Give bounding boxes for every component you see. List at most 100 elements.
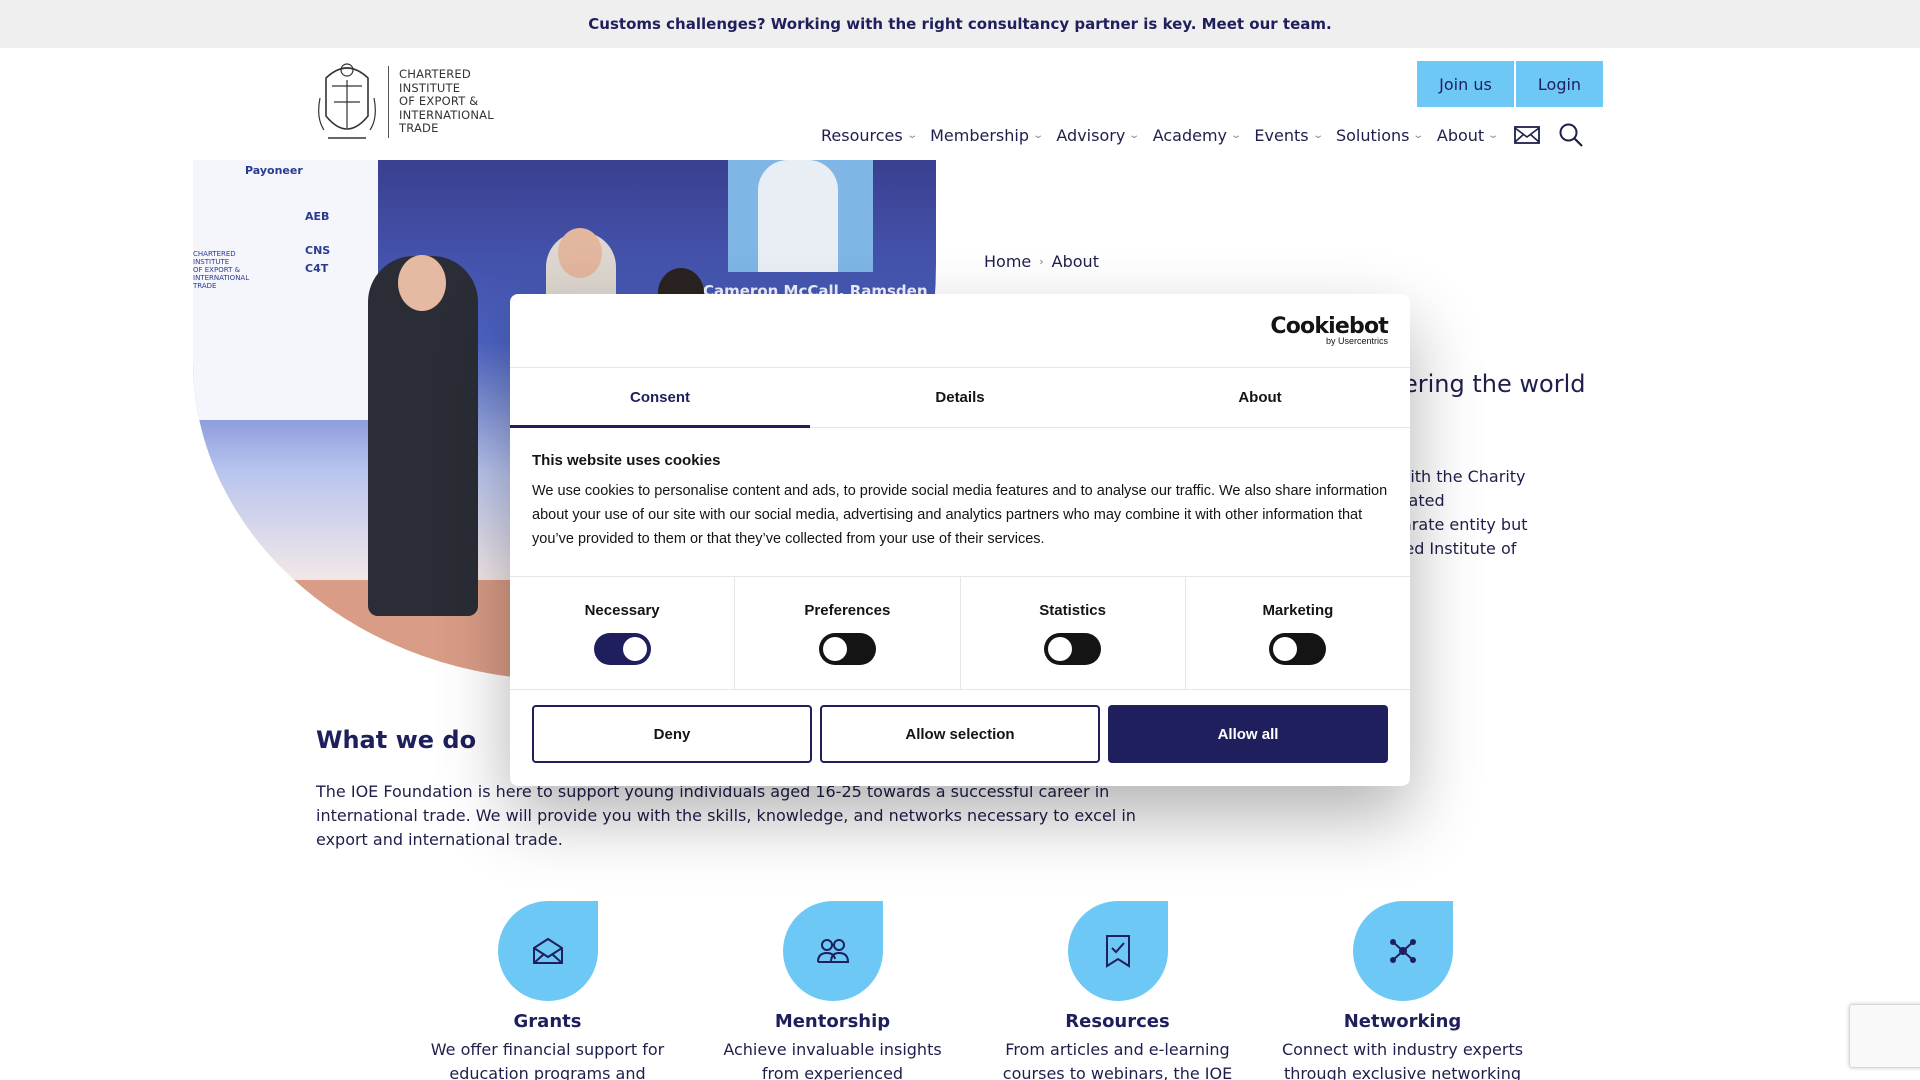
nav-label: Events xyxy=(1254,125,1309,145)
feature-badge xyxy=(1067,901,1168,1001)
feature-badge xyxy=(497,901,598,1001)
login-button[interactable]: Login xyxy=(1516,61,1603,107)
feature-resources[interactable]: Resources From articles and e-learning c… xyxy=(975,901,1260,1080)
cookie-consent-dialog: Cookiebot by Usercentrics Consent Detail… xyxy=(510,294,1410,786)
nav-label: Membership xyxy=(930,125,1029,145)
mail-button[interactable] xyxy=(1513,125,1540,145)
category-label: Marketing xyxy=(1262,601,1334,619)
category-necessary: Necessary xyxy=(510,577,736,689)
about-subtitle: ering the world xyxy=(1403,370,1586,398)
nav-label: Academy xyxy=(1152,125,1228,145)
site-header: CHARTERED INSTITUTE OF EXPORT & INTERNAT… xyxy=(0,48,1920,160)
feature-badge xyxy=(1352,901,1453,1001)
toggle-knob xyxy=(822,636,847,661)
what-we-do-text: The IOE Foundation is here to support yo… xyxy=(316,782,1136,849)
chevron-down-icon: ⌄ xyxy=(1487,129,1500,141)
panel-ioe-text: CHARTERED INSTITUTE OF EXPORT & INTERNAT… xyxy=(193,250,250,290)
features-list: Grants We offer financial support for ed… xyxy=(405,901,1545,1080)
cookie-body: This website uses cookies We use cookies… xyxy=(532,452,1388,551)
nav-item-membership[interactable]: Membership ⌄ xyxy=(930,125,1045,145)
nav-item-events[interactable]: Events ⌄ xyxy=(1254,125,1324,145)
sponsor-panel xyxy=(193,160,378,420)
category-label: Preferences xyxy=(804,601,891,619)
nav-label: About xyxy=(1436,125,1485,145)
person-suit-head xyxy=(398,255,446,311)
cookie-actions: Deny Allow selection Allow all xyxy=(532,705,1388,763)
search-button[interactable] xyxy=(1558,122,1584,148)
people-icon xyxy=(816,939,849,963)
breadcrumb-current: About xyxy=(1051,252,1099,271)
envelope-icon xyxy=(532,937,563,964)
join-us-button[interactable]: Join us xyxy=(1417,61,1514,107)
chevron-down-icon: ⌄ xyxy=(906,129,918,141)
nav-item-resources[interactable]: Resources ⌄ xyxy=(821,125,918,145)
sponsor-logos: AEB CNS C4T xyxy=(305,210,331,275)
chevron-down-icon: ⌄ xyxy=(1311,129,1324,141)
chevron-down-icon: ⌄ xyxy=(1128,129,1141,141)
feature-title: Resources xyxy=(1065,1011,1170,1032)
feature-title: Mentorship xyxy=(774,1011,891,1032)
feature-mentorship[interactable]: Mentorship Achieve invaluable insights f… xyxy=(690,901,975,1080)
toggle-knob xyxy=(1273,636,1298,661)
screen-speaker xyxy=(758,160,838,272)
sponsor-payoneer: Payoneer xyxy=(245,164,303,177)
statistics-toggle[interactable] xyxy=(1044,632,1102,665)
nav-item-academy[interactable]: Academy ⌄ xyxy=(1152,125,1243,145)
nav-item-solutions[interactable]: Solutions ⌄ xyxy=(1335,125,1425,145)
cookie-categories: Necessary Preferences Statistics Marketi… xyxy=(510,576,1410,690)
toggle-knob xyxy=(622,636,647,661)
cookie-description: We use cookies to personalise content an… xyxy=(532,483,1388,547)
logo-divider xyxy=(388,66,389,138)
chevron-down-icon: ⌄ xyxy=(1230,129,1243,141)
search-icon xyxy=(1559,123,1583,147)
announcement-link[interactable]: Customs challenges? Working with the rig… xyxy=(588,15,1331,33)
tab-consent[interactable]: Consent xyxy=(510,368,810,428)
category-label: Necessary xyxy=(584,601,660,619)
nav-label: Resources xyxy=(821,125,903,145)
nav-item-about[interactable]: About ⌄ xyxy=(1436,125,1500,145)
feature-title: Networking xyxy=(1343,1011,1462,1032)
chevron-down-icon: ⌄ xyxy=(1412,129,1425,141)
logo-text: CHARTERED INSTITUTE OF EXPORT & INTERNAT… xyxy=(399,67,494,136)
necessary-toggle[interactable] xyxy=(593,632,651,665)
mail-icon xyxy=(1513,126,1540,144)
cookie-heading: This website uses cookies xyxy=(532,452,721,469)
toggle-knob xyxy=(1048,636,1073,661)
crest-icon xyxy=(318,63,376,139)
ioe-logo[interactable]: CHARTERED INSTITUTE OF EXPORT & INTERNAT… xyxy=(316,58,494,146)
recaptcha-badge[interactable] xyxy=(1849,1004,1920,1068)
auth-buttons: Join us Login xyxy=(1417,61,1603,107)
feature-desc: Achieve invaluable insights from experie… xyxy=(723,1040,942,1080)
feature-networking[interactable]: Networking Connect with industry experts… xyxy=(1260,901,1545,1080)
announcement-bar: Customs challenges? Working with the rig… xyxy=(0,0,1920,48)
feature-desc: Connect with industry experts through ex… xyxy=(1281,1040,1524,1080)
chevron-down-icon: ⌄ xyxy=(1032,129,1045,141)
breadcrumb-home[interactable]: Home xyxy=(984,252,1031,271)
breadcrumb-separator-icon: › xyxy=(1039,255,1044,268)
cookie-tabs: Consent Details About xyxy=(510,368,1410,428)
category-label: Statistics xyxy=(1039,601,1106,619)
allow-all-button[interactable]: Allow all xyxy=(1108,705,1388,763)
what-we-do-title: What we do xyxy=(316,726,477,754)
about-paragraph: d with the Charity porated eparate entit… xyxy=(1382,467,1528,558)
cookiebot-logo[interactable]: Cookiebot by Usercentrics xyxy=(1270,314,1388,346)
category-marketing: Marketing xyxy=(1186,577,1410,689)
nav-item-advisory[interactable]: Advisory ⌄ xyxy=(1056,126,1141,145)
cookie-brand-bar: Cookiebot by Usercentrics xyxy=(510,294,1410,368)
feature-badge xyxy=(782,901,883,1001)
tab-about[interactable]: About xyxy=(1110,368,1410,427)
marketing-toggle[interactable] xyxy=(1269,632,1327,665)
category-preferences: Preferences xyxy=(735,577,961,689)
feature-desc: From articles and e-learning courses to … xyxy=(1002,1040,1233,1080)
main-nav: Resources ⌄ Membership ⌄ Advisory ⌄ Academy… xyxy=(821,122,1600,148)
preferences-toggle[interactable] xyxy=(818,632,876,665)
feature-desc: We offer financial support for education… xyxy=(430,1040,665,1080)
deny-button[interactable]: Deny xyxy=(532,705,812,763)
nav-label: Solutions xyxy=(1335,125,1410,145)
network-icon xyxy=(1389,939,1416,963)
person-young-head xyxy=(558,228,602,278)
feature-grants[interactable]: Grants We offer financial support for ed… xyxy=(405,901,690,1080)
breadcrumb: Home › About xyxy=(984,252,1099,271)
allow-selection-button[interactable]: Allow selection xyxy=(820,705,1100,763)
tab-details[interactable]: Details xyxy=(810,368,1110,427)
